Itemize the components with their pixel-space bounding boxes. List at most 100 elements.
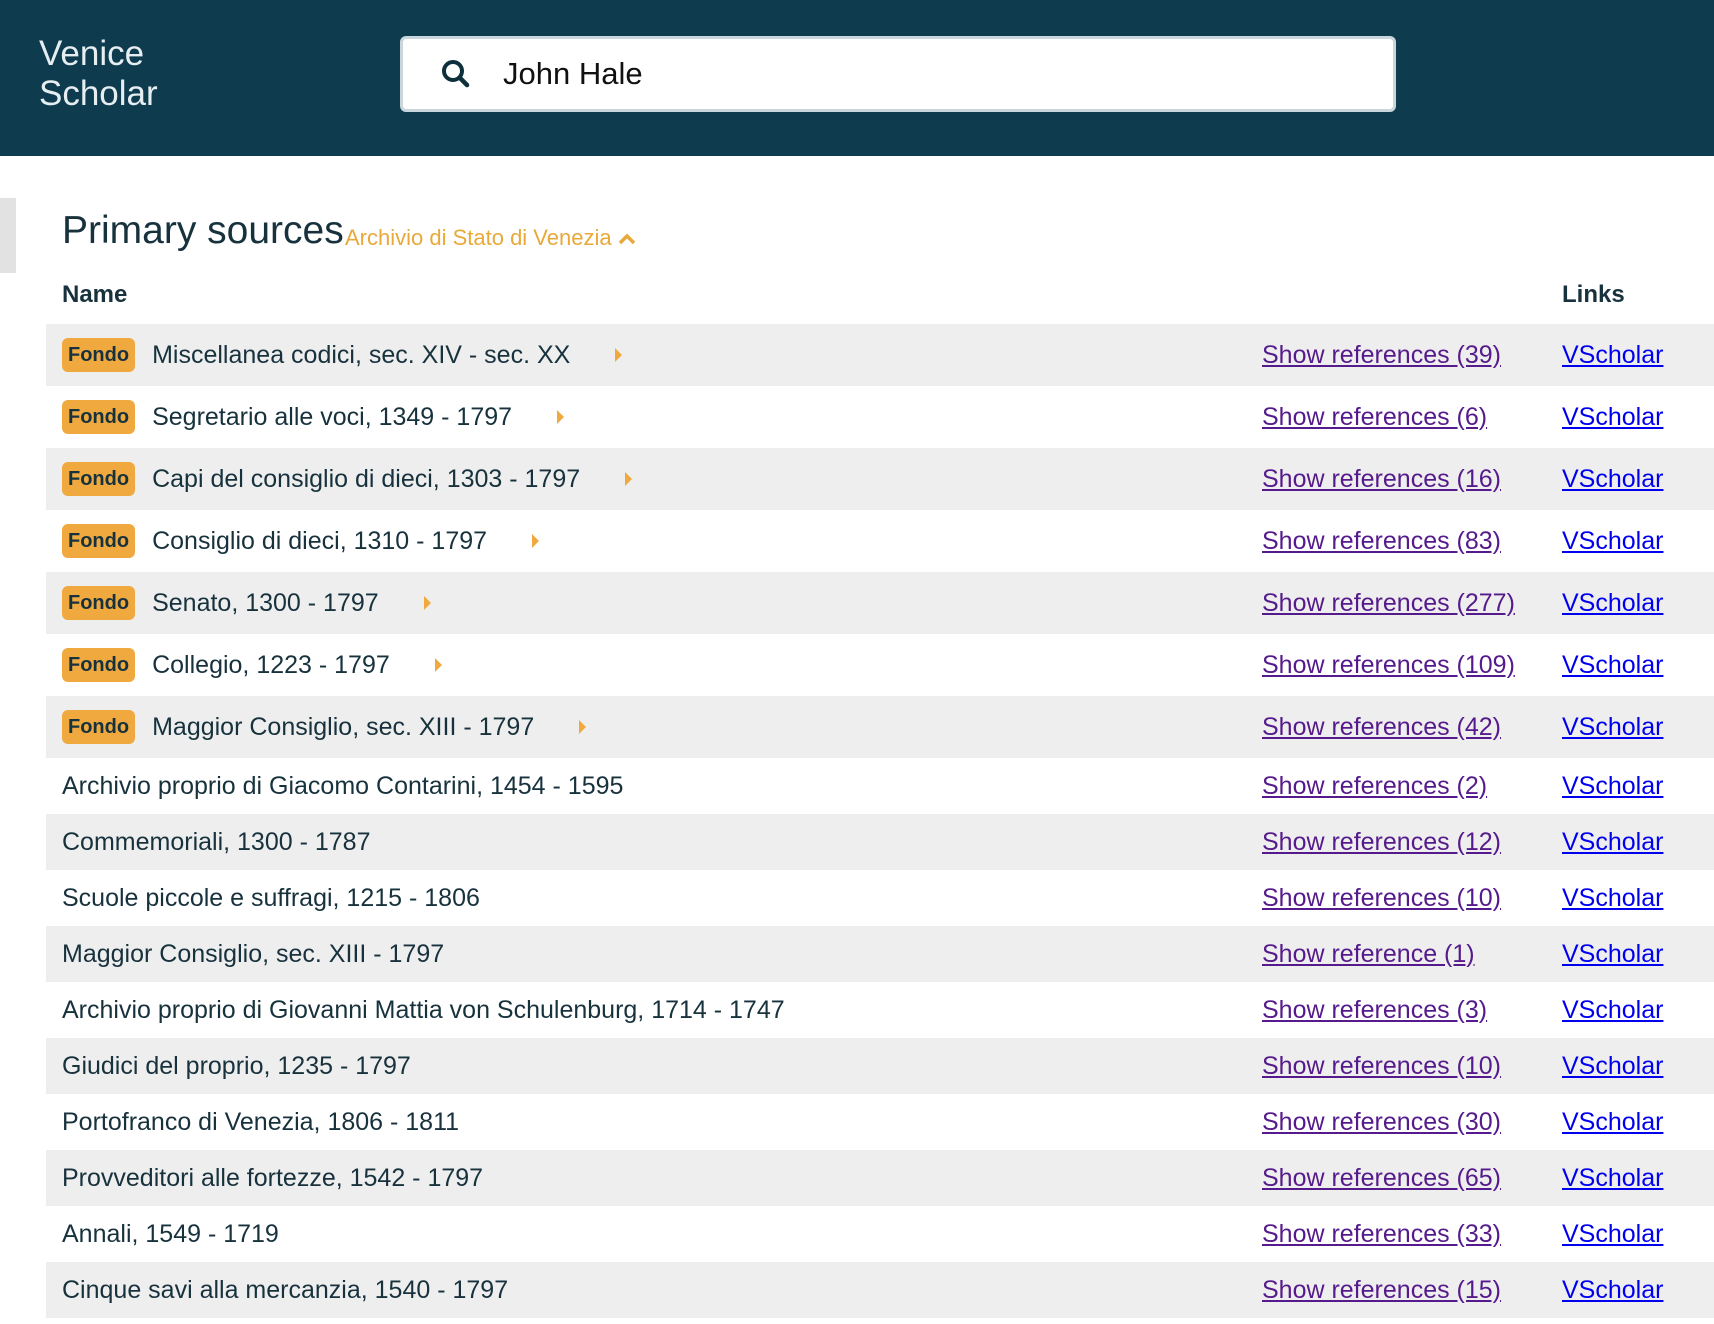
source-name[interactable]: Fondo Senato, 1300 - 1797 <box>62 572 431 634</box>
table-row: Giudici del proprio, 1235 - 1797 Show re… <box>46 1038 1714 1094</box>
vscholar-link[interactable]: VScholar <box>1562 814 1663 870</box>
vscholar-link[interactable]: VScholar <box>1562 510 1663 572</box>
side-tab[interactable] <box>0 198 16 273</box>
source-title: Collegio, 1223 - 1797 <box>152 650 390 679</box>
source-name[interactable]: Fondo Miscellanea codici, sec. XIV - sec.… <box>62 324 623 386</box>
caret-right-icon[interactable] <box>423 596 431 610</box>
archive-label: Archivio di Stato di Venezia <box>345 225 612 250</box>
source-name: Giudici del proprio, 1235 - 1797 <box>62 1051 411 1080</box>
table-row: Annali, 1549 - 1719 Show references (33)… <box>46 1206 1714 1262</box>
fondo-badge: Fondo <box>62 648 136 682</box>
column-header-links: Links <box>1562 281 1625 308</box>
table-row: Provveditori alle fortezze, 1542 - 1797 … <box>46 1150 1714 1206</box>
source-name: Archivio proprio di Giovanni Mattia von … <box>62 995 785 1024</box>
source-name: Maggior Consiglio, sec. XIII - 1797 <box>62 939 445 968</box>
vscholar-link[interactable]: VScholar <box>1562 1150 1663 1206</box>
site-logo[interactable]: Venice Scholar <box>39 34 158 114</box>
show-references-link[interactable]: Show references (16) <box>1262 448 1501 510</box>
source-name: Annali, 1549 - 1719 <box>62 1219 279 1248</box>
vscholar-link[interactable]: VScholar <box>1562 634 1663 696</box>
source-name[interactable]: Fondo Maggior Consiglio, sec. XIII - 1797 <box>62 696 587 758</box>
source-title: Miscellanea codici, sec. XIV - sec. XX <box>152 340 571 369</box>
source-title: Segretario alle voci, 1349 - 1797 <box>152 402 513 431</box>
source-name: Scuole piccole e suffragi, 1215 - 1806 <box>62 883 480 912</box>
archive-toggle[interactable]: Archivio di Stato di Venezia <box>345 223 636 253</box>
fondo-badge: Fondo <box>62 710 136 744</box>
vscholar-link[interactable]: VScholar <box>1562 1038 1663 1094</box>
table-row: Fondo Consiglio di dieci, 1310 - 1797 Sho… <box>46 510 1714 572</box>
table-row: Fondo Maggior Consiglio, sec. XIII - 1797… <box>46 696 1714 758</box>
source-name[interactable]: Fondo Segretario alle voci, 1349 - 1797 <box>62 386 565 448</box>
vscholar-link[interactable]: VScholar <box>1562 1262 1663 1318</box>
vscholar-link[interactable]: VScholar <box>1562 324 1663 386</box>
caret-right-icon[interactable] <box>532 534 540 548</box>
show-references-link[interactable]: Show references (12) <box>1262 814 1501 870</box>
source-name[interactable]: Fondo Collegio, 1223 - 1797 <box>62 634 442 696</box>
fondo-badge: Fondo <box>62 586 136 620</box>
search-icon[interactable] <box>439 57 475 93</box>
vscholar-link[interactable]: VScholar <box>1562 572 1663 634</box>
fondo-badge: Fondo <box>62 462 136 496</box>
show-references-link[interactable]: Show references (2) <box>1262 758 1487 814</box>
table-row: Scuole piccole e suffragi, 1215 - 1806 S… <box>46 870 1714 926</box>
source-title: Maggior Consiglio, sec. XIII - 1797 <box>152 712 535 741</box>
section-title: Primary sources <box>62 209 344 252</box>
search-input[interactable]: John Hale <box>503 39 643 109</box>
source-title: Consiglio di dieci, 1310 - 1797 <box>152 526 488 555</box>
show-references-link[interactable]: Show references (65) <box>1262 1150 1501 1206</box>
logo-line-1: Venice <box>39 34 145 73</box>
table-row: Fondo Collegio, 1223 - 1797 Show referenc… <box>46 634 1714 696</box>
fondo-badge: Fondo <box>62 524 136 558</box>
table-row: Fondo Capi del consiglio di dieci, 1303 -… <box>46 448 1714 510</box>
vscholar-link[interactable]: VScholar <box>1562 870 1663 926</box>
show-references-link[interactable]: Show references (15) <box>1262 1262 1501 1318</box>
show-references-link[interactable]: Show references (277) <box>1262 572 1515 634</box>
caret-right-icon[interactable] <box>434 658 442 672</box>
source-name: Archivio proprio di Giacomo Contarini, 1… <box>62 771 624 800</box>
sources-table: Fondo Miscellanea codici, sec. XIV - sec.… <box>46 324 1714 1318</box>
table-row: Fondo Senato, 1300 - 1797 Show references… <box>46 572 1714 634</box>
show-references-link[interactable]: Show references (10) <box>1262 870 1501 926</box>
show-references-link[interactable]: Show references (109) <box>1262 634 1515 696</box>
vscholar-link[interactable]: VScholar <box>1562 696 1663 758</box>
show-references-link[interactable]: Show references (30) <box>1262 1094 1501 1150</box>
show-references-link[interactable]: Show references (33) <box>1262 1206 1501 1262</box>
source-name[interactable]: Fondo Capi del consiglio di dieci, 1303 -… <box>62 448 633 510</box>
caret-right-icon[interactable] <box>615 348 623 362</box>
vscholar-link[interactable]: VScholar <box>1562 1206 1663 1262</box>
search-box[interactable]: John Hale <box>400 36 1396 112</box>
table-row: Maggior Consiglio, sec. XIII - 1797 Show… <box>46 926 1714 982</box>
vscholar-link[interactable]: VScholar <box>1562 926 1663 982</box>
fondo-badge: Fondo <box>62 400 136 434</box>
source-name: Portofranco di Venezia, 1806 - 1811 <box>62 1107 460 1136</box>
source-title: Senato, 1300 - 1797 <box>152 588 379 617</box>
table-row: Fondo Segretario alle voci, 1349 - 1797 S… <box>46 386 1714 448</box>
fondo-badge: Fondo <box>62 338 136 372</box>
show-references-link[interactable]: Show references (10) <box>1262 1038 1501 1094</box>
table-row: Cinque savi alla mercanzia, 1540 - 1797 … <box>46 1262 1714 1318</box>
table-row: Portofranco di Venezia, 1806 - 1811 Show… <box>46 1094 1714 1150</box>
top-bar: Venice Scholar John Hale <box>0 0 1714 156</box>
show-references-link[interactable]: Show references (39) <box>1262 324 1501 386</box>
show-references-link[interactable]: Show references (83) <box>1262 510 1501 572</box>
caret-right-icon[interactable] <box>557 410 565 424</box>
vscholar-link[interactable]: VScholar <box>1562 1094 1663 1150</box>
show-references-link[interactable]: Show references (3) <box>1262 982 1487 1038</box>
vscholar-link[interactable]: VScholar <box>1562 386 1663 448</box>
logo-line-2: Scholar <box>39 74 158 113</box>
show-references-link[interactable]: Show reference (1) <box>1262 926 1475 982</box>
caret-right-icon[interactable] <box>579 720 587 734</box>
vscholar-link[interactable]: VScholar <box>1562 758 1663 814</box>
source-name: Commemoriali, 1300 - 1787 <box>62 827 371 856</box>
show-references-link[interactable]: Show references (6) <box>1262 386 1487 448</box>
caret-right-icon[interactable] <box>625 472 633 486</box>
vscholar-link[interactable]: VScholar <box>1562 448 1663 510</box>
vscholar-link[interactable]: VScholar <box>1562 982 1663 1038</box>
chevron-up-icon <box>618 233 635 245</box>
table-row: Commemoriali, 1300 - 1787 Show reference… <box>46 814 1714 870</box>
source-name: Cinque savi alla mercanzia, 1540 - 1797 <box>62 1275 509 1304</box>
source-name: Provveditori alle fortezze, 1542 - 1797 <box>62 1163 484 1192</box>
source-title: Capi del consiglio di dieci, 1303 - 1797 <box>152 464 581 493</box>
source-name[interactable]: Fondo Consiglio di dieci, 1310 - 1797 <box>62 510 540 572</box>
show-references-link[interactable]: Show references (42) <box>1262 696 1501 758</box>
